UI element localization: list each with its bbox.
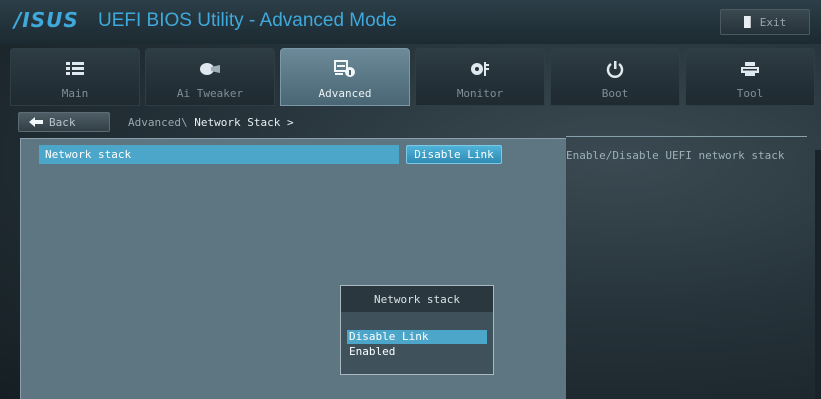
breadcrumb: Advanced\ Network Stack > (128, 116, 294, 129)
tab-label: Ai Tweaker (176, 87, 244, 100)
breadcrumb-current: Network Stack > (194, 116, 294, 129)
tab-label: Boot (601, 87, 629, 100)
breadcrumb-row: Back Advanced\ Network Stack > (10, 109, 820, 133)
tab-monitor[interactable]: Monitor (415, 48, 545, 106)
popup-option-disable-link[interactable]: Disable Link (347, 330, 487, 344)
tab-label: Monitor (456, 87, 504, 100)
asus-logo: /ISUS (14, 8, 79, 32)
exit-button[interactable]: Exit (720, 9, 810, 35)
exit-label: Exit (759, 15, 787, 29)
bios-screen: /ISUS UEFI BIOS Utility - Advanced Mode … (0, 0, 821, 399)
help-divider (566, 136, 807, 137)
option-popup: Network stack Disable Link Enabled (340, 285, 494, 375)
popup-title: Network stack (341, 286, 493, 312)
tab-main[interactable]: Main (10, 48, 140, 106)
help-text: Enable/Disable UEFI network stack (566, 149, 785, 162)
tab-boot[interactable]: Boot (550, 48, 680, 106)
network-stack-value-button[interactable]: Disable Link (406, 145, 502, 164)
app-title: UEFI BIOS Utility - Advanced Mode (98, 10, 397, 31)
tab-label: Tool (736, 87, 764, 100)
exit-door-icon (743, 16, 751, 28)
printer-tool-icon (735, 59, 765, 79)
power-icon (600, 59, 630, 79)
list-icon (60, 59, 90, 79)
popup-option-enabled[interactable]: Enabled (347, 345, 487, 359)
title-bar: /ISUS UEFI BIOS Utility - Advanced Mode … (0, 0, 821, 44)
tab-label: Main (61, 87, 89, 100)
tweaker-icon (195, 59, 225, 79)
back-label: Back (49, 115, 76, 129)
tab-label: Advanced (318, 87, 372, 100)
network-stack-setting[interactable]: Network stack (39, 145, 399, 164)
tab-tool[interactable]: Tool (685, 48, 815, 106)
tab-advanced[interactable]: Advanced (280, 48, 410, 106)
help-panel: Enable/Disable UEFI network stack (566, 136, 807, 399)
breadcrumb-path[interactable]: Advanced\ (128, 116, 194, 129)
back-arrow-icon (29, 117, 43, 127)
tab-bar: Main Ai Tweaker Advanced Monitor Boot To… (10, 48, 820, 106)
advanced-info-icon (330, 59, 360, 79)
monitor-fan-icon (465, 59, 495, 79)
back-button[interactable]: Back (18, 112, 110, 132)
tab-ai-tweaker[interactable]: Ai Tweaker (145, 48, 275, 106)
scrollbar[interactable] (815, 150, 821, 399)
